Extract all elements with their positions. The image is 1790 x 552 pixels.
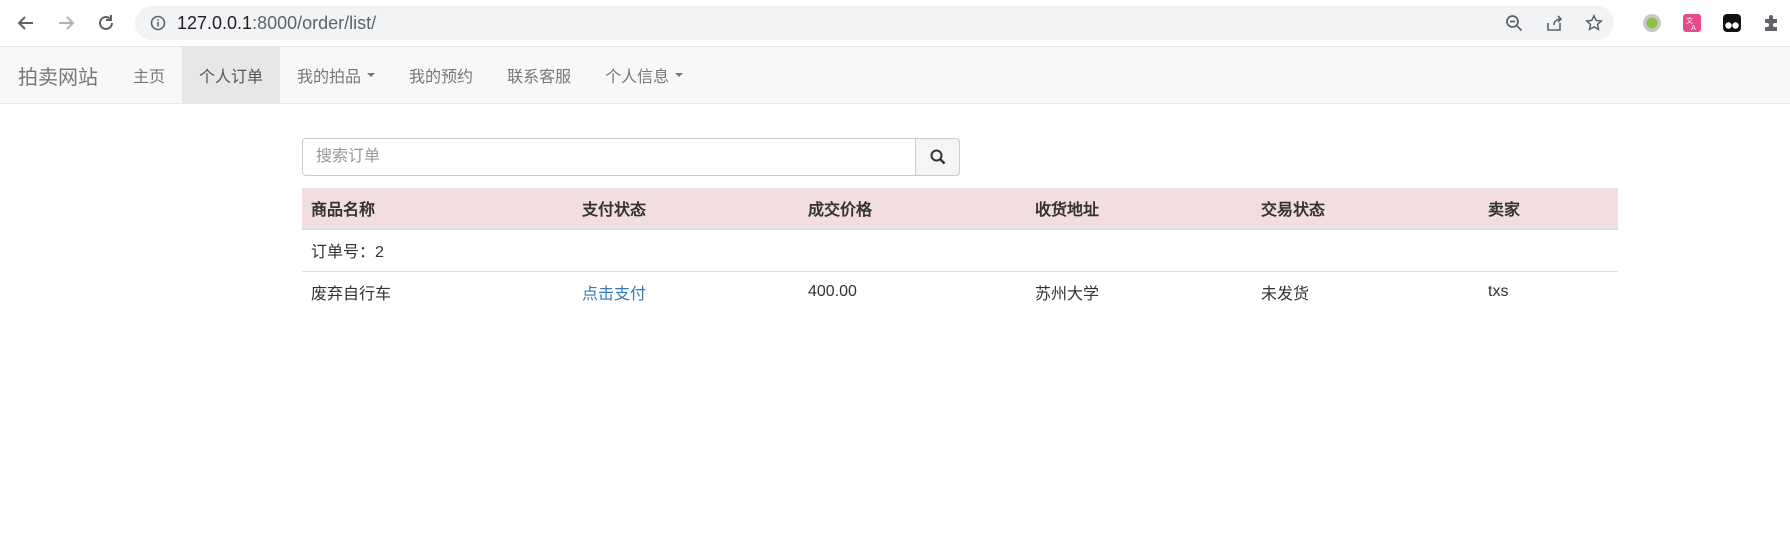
shipping-address: 苏州大学 bbox=[1026, 270, 1252, 313]
share-icon[interactable] bbox=[1534, 6, 1574, 40]
address-bar[interactable]: 127.0.0.1:8000/order/list/ bbox=[135, 6, 1614, 40]
nav-item-profile[interactable]: 个人信息 bbox=[588, 47, 700, 103]
translate-extension-icon[interactable]: 文 A bbox=[1672, 6, 1712, 40]
pay-now-link[interactable]: 点击支付 bbox=[582, 286, 646, 303]
nav-item-orders[interactable]: 个人订单 bbox=[182, 47, 281, 103]
nav-item-my-lots[interactable]: 我的拍品 bbox=[280, 47, 392, 103]
column-header: 商品名称 bbox=[302, 188, 573, 230]
extension-circle-icon[interactable] bbox=[1632, 6, 1672, 40]
search-button[interactable] bbox=[916, 138, 960, 176]
deal-price: 400.00 bbox=[799, 270, 1026, 313]
item-name: 废弃自行车 bbox=[302, 270, 573, 313]
tampermonkey-extension-icon[interactable] bbox=[1712, 6, 1752, 40]
orders-table: 商品名称 支付状态 成交价格 收货地址 交易状态 卖家 订单号：2 废弃自行车 … bbox=[302, 188, 1618, 313]
site-navbar: 拍卖网站 主页 个人订单 我的拍品 我的预约 联系客服 个人信息 bbox=[0, 46, 1790, 104]
caret-down-icon bbox=[367, 73, 376, 77]
browser-toolbar: 127.0.0.1:8000/order/list/ 文 A bbox=[0, 0, 1790, 46]
trade-status: 未发货 bbox=[1252, 270, 1479, 313]
url-text: 127.0.0.1:8000/order/list/ bbox=[177, 12, 377, 33]
reload-icon bbox=[99, 15, 113, 30]
seller: txs bbox=[1479, 270, 1618, 313]
main-content: 商品名称 支付状态 成交价格 收货地址 交易状态 卖家 订单号：2 废弃自行车 … bbox=[302, 138, 1618, 313]
table-row: 废弃自行车 点击支付 400.00 苏州大学 未发货 txs bbox=[302, 270, 1618, 313]
search-group bbox=[302, 138, 960, 176]
table-header-row: 商品名称 支付状态 成交价格 收货地址 交易状态 卖家 bbox=[302, 188, 1618, 230]
column-header: 收货地址 bbox=[1026, 188, 1252, 230]
column-header: 卖家 bbox=[1479, 188, 1618, 230]
nav-item-reservations[interactable]: 我的预约 bbox=[392, 47, 490, 103]
back-button[interactable] bbox=[6, 0, 46, 46]
svg-text:A: A bbox=[1691, 24, 1696, 32]
search-icon bbox=[930, 149, 945, 165]
zoom-icon[interactable] bbox=[1494, 6, 1534, 40]
reload-button[interactable] bbox=[86, 0, 126, 46]
column-header: 成交价格 bbox=[799, 188, 1026, 230]
order-number-row: 订单号：2 bbox=[302, 229, 1618, 271]
search-input[interactable] bbox=[302, 138, 916, 176]
nav-item-home[interactable]: 主页 bbox=[116, 47, 182, 103]
forward-arrow-icon bbox=[59, 16, 75, 30]
site-info-icon[interactable] bbox=[139, 6, 177, 40]
column-header: 交易状态 bbox=[1252, 188, 1479, 230]
extensions-puzzle-icon[interactable] bbox=[1752, 6, 1790, 40]
forward-button[interactable] bbox=[46, 0, 86, 46]
order-number: 订单号：2 bbox=[311, 244, 384, 262]
back-arrow-icon bbox=[17, 16, 33, 30]
caret-down-icon bbox=[675, 73, 684, 77]
site-brand-link[interactable]: 拍卖网站 bbox=[0, 47, 116, 103]
bookmark-star-icon[interactable] bbox=[1574, 6, 1614, 40]
nav-item-support[interactable]: 联系客服 bbox=[490, 47, 588, 103]
column-header: 支付状态 bbox=[573, 188, 799, 230]
pay-status-cell: 点击支付 bbox=[573, 270, 799, 313]
